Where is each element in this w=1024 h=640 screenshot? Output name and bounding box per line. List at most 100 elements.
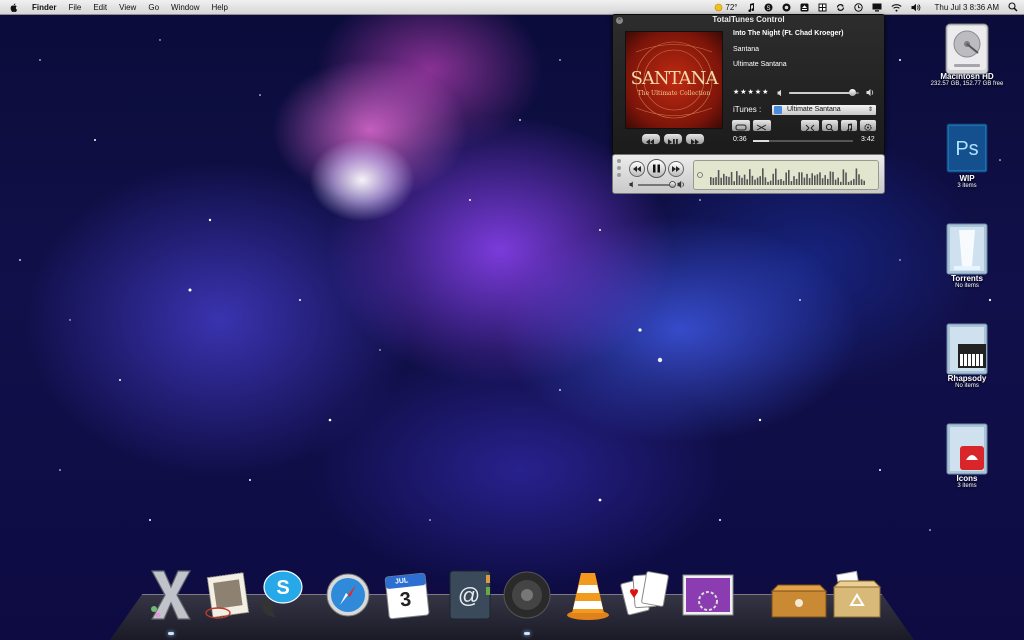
visualizer-bar: [762, 168, 764, 185]
visualizer-bar: [790, 181, 793, 185]
visualizer-bar: [785, 172, 787, 185]
dock-item-vlc[interactable]: [562, 565, 612, 621]
record-icon[interactable]: [782, 3, 791, 12]
visualizer-bar: [733, 181, 735, 185]
mini-next-button[interactable]: [668, 161, 684, 177]
osx-x-icon: [150, 570, 192, 620]
menu-view[interactable]: View: [119, 3, 136, 12]
menu-help[interactable]: Help: [211, 3, 227, 12]
source-label: iTunes :: [733, 105, 762, 114]
menu-window[interactable]: Window: [171, 3, 199, 12]
next-button[interactable]: [685, 133, 705, 145]
dock-item-solitaire[interactable]: [620, 565, 670, 621]
previous-icon: [633, 166, 641, 172]
mini-play-pause-button[interactable]: [647, 159, 666, 178]
sync-icon[interactable]: [836, 3, 845, 12]
harddrive-icon: [944, 20, 990, 75]
search-button[interactable]: [821, 119, 839, 132]
volume-low-icon: [777, 89, 781, 97]
close-button[interactable]: ×: [616, 17, 623, 24]
play-pause-button[interactable]: [663, 133, 683, 145]
dock-item-osx[interactable]: [146, 565, 196, 621]
eject-icon[interactable]: [800, 3, 809, 12]
visualizer-bar: [738, 175, 741, 185]
visualizer-bar: [728, 176, 730, 185]
next-icon: [672, 166, 680, 172]
itunes-button[interactable]: [840, 119, 858, 132]
visualizer-bar: [834, 179, 837, 185]
wifi-icon[interactable]: [890, 3, 902, 12]
repeat-button[interactable]: [731, 119, 751, 132]
visualizer-bar: [777, 179, 780, 185]
mail-stamp-icon: [205, 572, 250, 619]
speaker-icon: [503, 571, 551, 619]
dock-item-skype[interactable]: S: [257, 565, 307, 621]
album-art-title: SANTANA: [630, 68, 719, 89]
collapse-icon: [805, 124, 815, 132]
visualizer-bar: [827, 178, 829, 185]
apple-menu-icon[interactable]: [10, 3, 18, 12]
playlist-select[interactable]: Ultimate Santana ⇕: [771, 104, 877, 116]
visualizer-bar: [842, 169, 845, 185]
settings-button[interactable]: [859, 119, 877, 132]
time-machine-icon[interactable]: [853, 2, 863, 12]
spotlight-icon[interactable]: [1008, 2, 1018, 12]
music-note-icon: [846, 123, 853, 132]
music-note-icon[interactable]: [747, 2, 755, 12]
shuffle-button[interactable]: [752, 119, 772, 132]
progress-bar[interactable]: [753, 140, 853, 142]
volume-knob[interactable]: [849, 89, 856, 96]
dock-item-mail[interactable]: [202, 565, 252, 621]
visualizer-bar: [715, 177, 717, 185]
window-dots-icon: [617, 159, 621, 177]
visualizer-bar: [746, 179, 748, 185]
menu-go[interactable]: Go: [148, 3, 159, 12]
dock-item-box[interactable]: [770, 565, 828, 621]
rating-stars[interactable]: ★★★★★: [733, 88, 769, 96]
skype-status-icon[interactable]: S: [764, 3, 773, 12]
desktop-icon-wip[interactable]: Ps WIP 3 items: [922, 122, 1012, 189]
weather-menu[interactable]: 72°: [714, 3, 738, 12]
menu-file[interactable]: File: [68, 3, 81, 12]
icons-folder-icon: [944, 422, 990, 475]
visualizer-bar: [717, 170, 720, 185]
dock-item-address-book[interactable]: @: [444, 565, 494, 621]
menu-edit[interactable]: Edit: [93, 3, 107, 12]
dock-item-ical[interactable]: JUL 3: [381, 565, 431, 621]
svg-text:Ps: Ps: [955, 138, 978, 160]
volume-icon[interactable]: [911, 3, 921, 12]
volume-slider[interactable]: [789, 89, 859, 96]
visualizer-bars: [697, 168, 865, 185]
visualizer-bar: [821, 178, 824, 185]
shuffle-icon: [756, 124, 767, 131]
mini-previous-button[interactable]: [629, 161, 645, 177]
mini-volume-knob[interactable]: [669, 181, 676, 188]
visualizer-bar: [767, 181, 769, 185]
mini-volume-slider[interactable]: [638, 181, 676, 188]
previous-button[interactable]: [641, 133, 661, 145]
visualizer-bar: [845, 172, 847, 185]
grid-icon[interactable]: [818, 3, 827, 12]
skype-icon: S: [261, 570, 303, 617]
resize-button[interactable]: [800, 119, 820, 132]
menubar-clock[interactable]: Thu Jul 3 8:36 AM: [935, 3, 999, 12]
display-icon[interactable]: [872, 3, 882, 12]
visualizer-bar: [832, 171, 834, 185]
visualizer-bar: [749, 169, 751, 185]
desktop-icon-macintosh-hd[interactable]: Macintosh HD 232.57 GB, 152.77 GB free: [922, 20, 1012, 87]
playlist-select-value: Ultimate Santana: [786, 106, 841, 113]
desktop-icon-icons[interactable]: Icons 3 items: [922, 422, 1012, 489]
visualizer-bar: [847, 181, 850, 185]
desktop-icon-torrents[interactable]: Torrents No items: [922, 222, 1012, 289]
visualizer-bar: [712, 177, 715, 185]
menu-finder[interactable]: Finder: [32, 3, 56, 12]
chevron-updown-icon: ⇕: [867, 107, 873, 113]
dock-item-trash[interactable]: [832, 565, 882, 621]
address-book-icon: @: [449, 570, 491, 620]
dock-item-mirror[interactable]: [682, 565, 734, 621]
dock-item-speaker[interactable]: [501, 565, 551, 621]
dock-item-safari[interactable]: [322, 565, 372, 621]
desktop-icon-info: 232.57 GB, 152.77 GB free: [930, 81, 1004, 87]
playlist-icon: [774, 106, 782, 114]
desktop-icon-rhapsody[interactable]: Rhapsody No items: [922, 322, 1012, 389]
